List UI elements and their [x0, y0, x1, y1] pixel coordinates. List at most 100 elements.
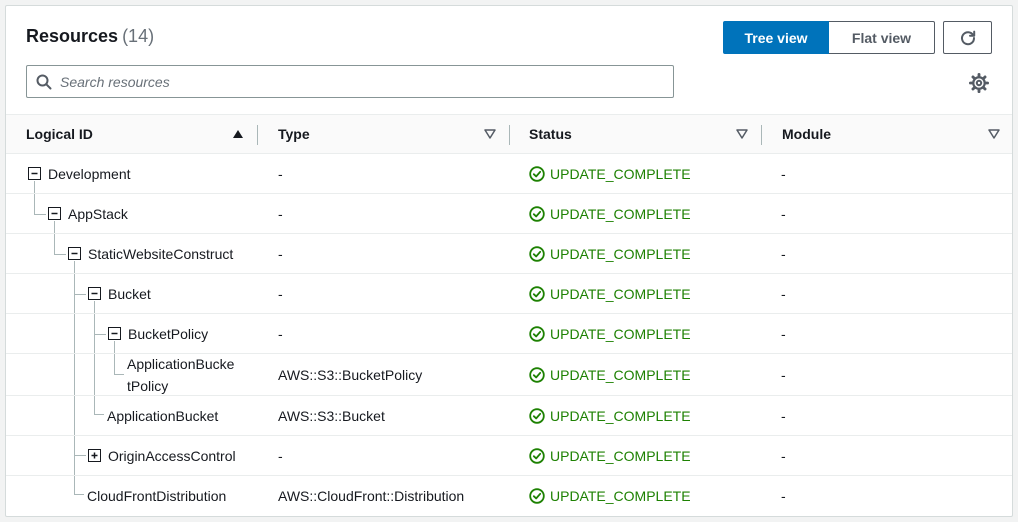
table-row[interactable]: ApplicationBucket AWS::S3::Bucket UPDATE… [6, 396, 1012, 436]
sort-descending-icon[interactable] [736, 129, 748, 139]
resources-panel: Resources (14) Tree view Flat view Searc… [5, 5, 1013, 517]
expand-icon [91, 452, 98, 459]
sort-ascending-icon[interactable] [232, 129, 244, 139]
column-logical-id[interactable]: Logical ID [26, 115, 93, 153]
table-row[interactable]: CloudFrontDistribution AWS::CloudFront::… [6, 476, 1012, 516]
module-value: - [781, 285, 786, 302]
search-input[interactable] [60, 73, 650, 90]
search-icon [36, 74, 52, 89]
sort-descending-icon[interactable] [484, 129, 496, 139]
logical-id: BucketPolicy [128, 326, 209, 342]
column-type-label: Type [278, 126, 310, 142]
panel-header: Resources (14) Tree view Flat view [6, 6, 1012, 114]
collapse-icon [51, 212, 58, 215]
status-text: UPDATE_COMPLETE [550, 488, 691, 504]
logical-id: Bucket [108, 286, 151, 302]
table-row[interactable]: Bucket - UPDATE_COMPLETE - [6, 274, 1012, 314]
logical-id-line-2: tPolicy [127, 378, 169, 394]
status-text: UPDATE_COMPLETE [550, 245, 691, 262]
success-status-icon [529, 488, 545, 504]
module-value: - [781, 205, 786, 222]
collapse-icon [31, 172, 38, 175]
collapse-icon [71, 252, 78, 255]
column-logical-id-label: Logical ID [26, 126, 93, 142]
status-badge: UPDATE_COMPLETE [529, 476, 691, 516]
status-badge: UPDATE_COMPLETE [529, 154, 691, 193]
resource-count: (14) [122, 26, 155, 46]
status-text: UPDATE_COMPLETE [550, 205, 691, 222]
logical-id: AppStack [68, 206, 128, 222]
column-divider[interactable] [257, 125, 258, 145]
success-status-icon [529, 245, 545, 262]
logical-id: Development [48, 166, 131, 182]
table-row[interactable]: ApplicationBucke tPolicy AWS::S3::Bucket… [6, 354, 1012, 396]
refresh-button[interactable] [943, 21, 992, 54]
status-badge: UPDATE_COMPLETE [529, 314, 691, 353]
settings-gear-icon[interactable] [968, 72, 990, 94]
collapse-icon [111, 332, 118, 335]
flat-view-button[interactable]: Flat view [829, 21, 935, 54]
module-value: - [781, 447, 786, 464]
status-badge: UPDATE_COMPLETE [529, 396, 691, 435]
collapse-toggle[interactable] [88, 287, 101, 300]
module-value: - [781, 366, 786, 383]
logical-id: CloudFrontDistribution [87, 488, 227, 504]
status-text: UPDATE_COMPLETE [550, 325, 691, 342]
column-module-label: Module [782, 126, 831, 142]
table-row[interactable]: StaticWebsiteConstruct - UPDATE_COMPLETE… [6, 234, 1012, 274]
sort-descending-icon[interactable] [988, 129, 1000, 139]
column-type[interactable]: Type [278, 115, 310, 153]
collapse-toggle[interactable] [108, 327, 121, 340]
status-badge: UPDATE_COMPLETE [529, 354, 691, 395]
table-row[interactable]: BucketPolicy - UPDATE_COMPLETE - [6, 314, 1012, 354]
success-status-icon [529, 407, 545, 424]
column-status-label: Status [529, 126, 572, 142]
status-text: UPDATE_COMPLETE [550, 165, 691, 182]
title-text: Resources [26, 26, 119, 46]
resource-type: AWS::S3::BucketPolicy [278, 366, 423, 383]
success-status-icon [529, 366, 545, 383]
success-status-icon [529, 447, 545, 464]
collapse-toggle[interactable] [28, 167, 41, 180]
collapse-toggle[interactable] [48, 207, 61, 220]
resource-type: - [278, 447, 283, 464]
module-value: - [781, 165, 786, 182]
table-header: Logical ID Type Status Module [6, 114, 1012, 154]
status-text: UPDATE_COMPLETE [550, 285, 691, 302]
resource-type: - [278, 165, 283, 182]
view-toggle: Tree view Flat view [723, 21, 935, 54]
status-text: UPDATE_COMPLETE [550, 407, 691, 424]
module-value: - [781, 407, 786, 424]
expand-toggle[interactable] [88, 449, 101, 462]
logical-id-line-1: ApplicationBucke [127, 356, 235, 372]
search-box[interactable] [26, 65, 674, 98]
resource-type: - [278, 245, 283, 262]
column-module[interactable]: Module [782, 115, 831, 153]
table-row[interactable]: OriginAccessControl - UPDATE_COMPLETE - [6, 436, 1012, 476]
success-status-icon [529, 205, 545, 222]
table-row[interactable]: AppStack - UPDATE_COMPLETE - [6, 194, 1012, 234]
status-badge: UPDATE_COMPLETE [529, 274, 691, 313]
resource-type: - [278, 325, 283, 342]
refresh-icon [960, 30, 975, 45]
resource-type: AWS::CloudFront::Distribution [278, 488, 465, 504]
resource-type: - [278, 205, 283, 222]
success-status-icon [529, 325, 545, 342]
column-status[interactable]: Status [529, 115, 572, 153]
collapse-toggle[interactable] [68, 247, 81, 260]
status-badge: UPDATE_COMPLETE [529, 234, 691, 273]
tree-view-button[interactable]: Tree view [723, 21, 829, 54]
column-divider[interactable] [509, 125, 510, 145]
resource-type: AWS::S3::Bucket [278, 407, 385, 424]
status-badge: UPDATE_COMPLETE [529, 194, 691, 233]
collapse-icon [91, 292, 98, 295]
status-badge: UPDATE_COMPLETE [529, 436, 691, 475]
success-status-icon [529, 285, 545, 302]
table-row[interactable]: Development - UPDATE_COMPLETE - [6, 154, 1012, 194]
logical-id: OriginAccessControl [108, 448, 236, 464]
page-title: Resources (14) [26, 26, 154, 47]
resource-type: - [278, 285, 283, 302]
logical-id: ApplicationBucket [107, 408, 219, 424]
status-text: UPDATE_COMPLETE [550, 366, 691, 383]
column-divider[interactable] [761, 125, 762, 145]
